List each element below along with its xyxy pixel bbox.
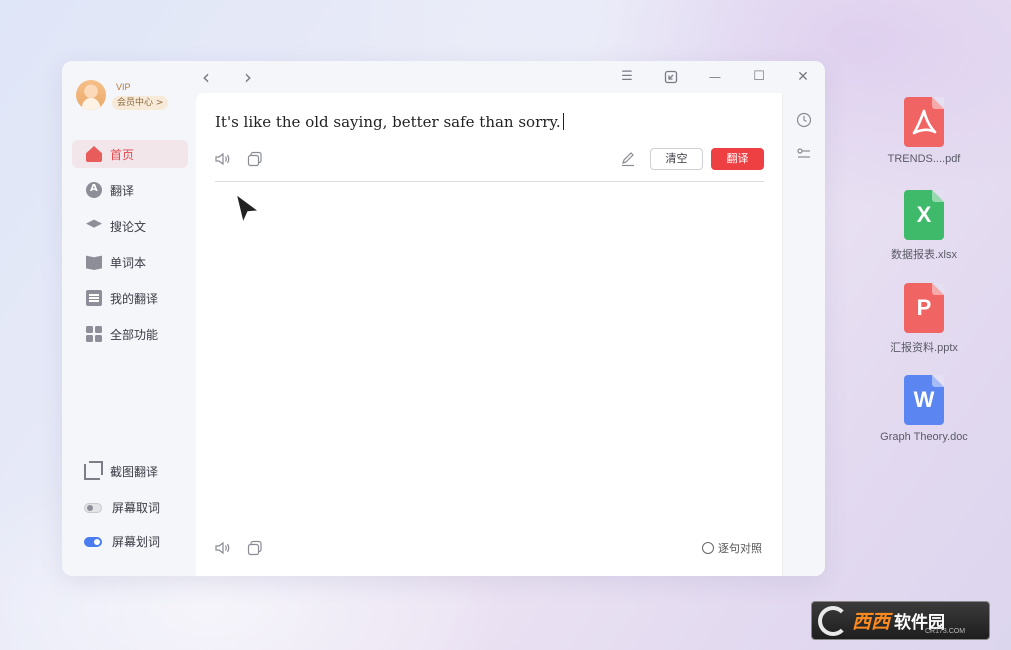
- file-name: Graph Theory.doc: [880, 431, 968, 443]
- sentence-compare-radio[interactable]: [702, 542, 714, 554]
- watermark-logo-icon: [818, 605, 848, 636]
- sidebar-item-label: 搜论文: [110, 219, 147, 234]
- text-caret: [562, 113, 564, 130]
- copy-icon: [247, 540, 262, 556]
- mouse-cursor-icon: [235, 193, 261, 225]
- clear-button[interactable]: 清空: [650, 148, 703, 170]
- history-button[interactable]: [795, 111, 813, 129]
- sidebar: VIP 会员中心 > 首页 翻译 搜论文 单词本 我的翻译 全部功能: [62, 61, 196, 576]
- member-center-link[interactable]: 会员中心 >: [112, 96, 169, 110]
- sidebar-item-label: 单词本: [110, 255, 147, 270]
- avatar[interactable]: [76, 80, 106, 110]
- window-titlebar: ‹ › ☰ — ☐ ✕: [196, 61, 825, 93]
- translator-window: VIP 会员中心 > 首页 翻译 搜论文 单词本 我的翻译 全部功能: [62, 61, 825, 576]
- speaker-button[interactable]: [214, 150, 232, 168]
- word-file-icon: W: [904, 375, 944, 425]
- crop-icon: [84, 460, 103, 480]
- pdf-file-icon: [904, 97, 944, 147]
- speaker-icon: [215, 152, 230, 166]
- site-watermark: 西西 软件园 CR173.COM: [811, 601, 990, 640]
- screenshot-translate-button[interactable]: 截图翻译: [84, 460, 159, 480]
- close-button[interactable]: ✕: [793, 67, 813, 87]
- screen-select-word-item: 屏幕划词: [84, 533, 160, 550]
- my-translation-icon: [86, 290, 102, 306]
- screen-word-pick-toggle[interactable]: [84, 502, 102, 513]
- output-copy-button[interactable]: [246, 539, 264, 557]
- sidebar-item-all-functions[interactable]: 全部功能: [72, 320, 188, 348]
- speaker-icon: [215, 541, 230, 555]
- watermark-brand: 西西: [852, 612, 891, 633]
- desktop-file-doc[interactable]: W Graph Theory.doc: [864, 375, 984, 443]
- clock-icon: [796, 112, 812, 128]
- excel-glyph: X: [916, 202, 932, 227]
- panel-divider: [215, 181, 764, 182]
- desktop-file-pdf[interactable]: TRENDS....pdf: [864, 97, 984, 165]
- back-button[interactable]: ‹: [196, 67, 216, 87]
- sidebar-item-label: 全部功能: [110, 327, 159, 342]
- screen-select-word-toggle[interactable]: [84, 536, 102, 547]
- sidebar-item-paper-search[interactable]: 搜论文: [72, 212, 188, 240]
- screen-word-pick-label: 屏幕取词: [112, 501, 161, 515]
- sentence-compare-option[interactable]: 逐句对照: [702, 540, 762, 556]
- sentence-compare-label: 逐句对照: [718, 542, 762, 555]
- wordbook-icon: [86, 255, 102, 270]
- menu-button[interactable]: ☰: [617, 67, 637, 87]
- pdf-icon: [912, 109, 937, 135]
- powerpoint-glyph: P: [916, 295, 932, 320]
- desktop-file-pptx[interactable]: P 汇报资料.pptx: [864, 283, 984, 355]
- sidebar-item-home[interactable]: 首页: [72, 140, 188, 168]
- file-name: 汇报资料.pptx: [890, 342, 958, 354]
- sidebar-item-translate[interactable]: 翻译: [72, 176, 188, 204]
- mini-mode-button[interactable]: [661, 67, 681, 87]
- output-speaker-button[interactable]: [214, 539, 232, 557]
- copy-icon: [247, 151, 262, 167]
- settings-button[interactable]: [795, 145, 813, 163]
- watermark-sub: CR173.COM: [925, 628, 966, 635]
- edit-button[interactable]: [619, 150, 637, 168]
- sliders-icon: [797, 148, 810, 158]
- sidebar-item-label: 翻译: [110, 183, 135, 198]
- desktop-file-xlsx[interactable]: X 数据报表.xlsx: [864, 190, 984, 262]
- translate-icon: [86, 182, 102, 198]
- paper-search-icon: [86, 219, 102, 228]
- translation-panel: It's like the old saying, better safe th…: [196, 93, 782, 576]
- file-name: TRENDS....pdf: [887, 153, 961, 165]
- sidebar-item-label: 首页: [110, 147, 135, 162]
- translate-button[interactable]: 翻译: [711, 148, 764, 170]
- right-rail: [782, 93, 825, 576]
- powerpoint-file-icon: P: [904, 283, 944, 333]
- word-glyph: W: [913, 387, 935, 412]
- forward-button[interactable]: ›: [238, 67, 258, 87]
- source-text: It's like the old saying, better safe th…: [215, 113, 561, 131]
- all-functions-icon: [86, 326, 102, 342]
- pen-icon: [622, 152, 634, 167]
- minimize-button[interactable]: —: [705, 67, 725, 87]
- screen-word-pick-item: 屏幕取词: [84, 499, 160, 516]
- home-icon: [86, 146, 102, 162]
- file-name: 数据报表.xlsx: [891, 249, 957, 261]
- sidebar-item-my-translation[interactable]: 我的翻译: [72, 284, 188, 312]
- vip-badge: VIP: [116, 82, 131, 92]
- maximize-button[interactable]: ☐: [749, 67, 769, 87]
- mini-mode-icon: [664, 70, 678, 84]
- excel-file-icon: X: [904, 190, 944, 240]
- screenshot-translate-label: 截图翻译: [110, 465, 159, 479]
- copy-button[interactable]: [246, 150, 264, 168]
- sidebar-item-label: 我的翻译: [110, 291, 159, 306]
- screen-select-word-label: 屏幕划词: [112, 535, 161, 549]
- source-text-input[interactable]: It's like the old saying, better safe th…: [215, 113, 564, 131]
- sidebar-item-wordbook[interactable]: 单词本: [72, 248, 188, 276]
